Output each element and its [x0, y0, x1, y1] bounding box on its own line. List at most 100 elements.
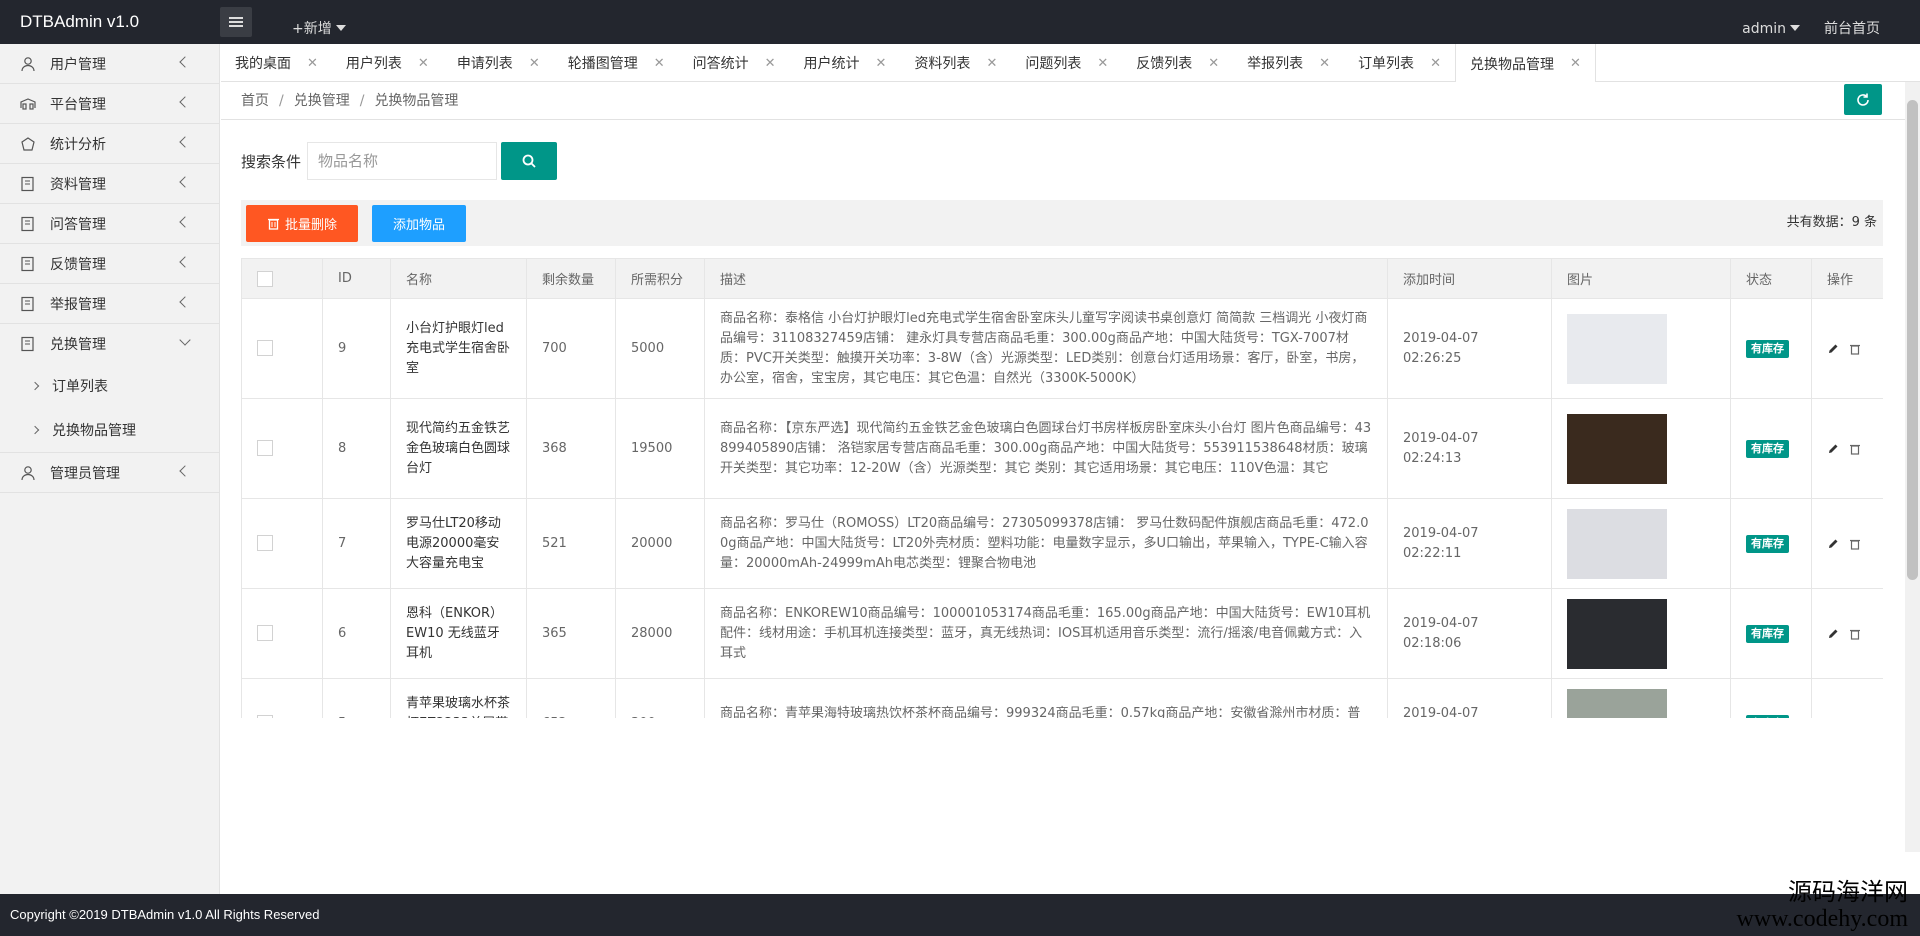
- row-checkbox[interactable]: [257, 440, 273, 456]
- scrollbar-thumb[interactable]: [1907, 100, 1918, 580]
- close-icon[interactable]: ✕: [1319, 56, 1330, 71]
- delete-icon[interactable]: [1849, 343, 1861, 355]
- close-icon[interactable]: ✕: [1208, 56, 1219, 71]
- tab-order-list[interactable]: 订单列表 ✕: [1344, 44, 1455, 82]
- product-image[interactable]: [1567, 508, 1667, 579]
- doc-icon: [21, 336, 34, 352]
- sidebar-item-qa-management[interactable]: 问答管理: [0, 204, 219, 244]
- delete-icon[interactable]: [1849, 443, 1861, 455]
- edit-icon[interactable]: [1827, 718, 1839, 719]
- delete-icon[interactable]: [1849, 628, 1861, 640]
- product-image[interactable]: [1567, 313, 1667, 384]
- close-icon[interactable]: ✕: [1430, 56, 1441, 71]
- trash-icon: [267, 218, 279, 230]
- close-icon[interactable]: ✕: [1097, 56, 1108, 71]
- product-image[interactable]: [1567, 413, 1667, 484]
- chevron-left-icon: [179, 296, 191, 308]
- column-header: 状态: [1730, 258, 1812, 299]
- product-image[interactable]: [1567, 688, 1667, 718]
- row-checkbox[interactable]: [257, 715, 273, 718]
- close-icon[interactable]: ✕: [1570, 56, 1581, 71]
- refresh-button[interactable]: [1844, 84, 1882, 115]
- edit-icon[interactable]: [1827, 443, 1839, 455]
- sidebar-item-user-management[interactable]: 用户管理: [0, 44, 219, 84]
- watermark: 源码海洋网 www.codehy.com: [1736, 880, 1908, 932]
- tab-carousel[interactable]: 轮播图管理 ✕: [554, 44, 679, 82]
- close-icon[interactable]: ✕: [876, 56, 887, 71]
- cell-quantity: 652: [526, 678, 616, 718]
- tab-desktop[interactable]: 我的桌面 ✕: [221, 44, 332, 82]
- front-page-link[interactable]: 前台首页: [1824, 0, 1880, 44]
- tab-label: 订单列表: [1358, 56, 1415, 72]
- tab-feedback-list[interactable]: 反馈列表 ✕: [1122, 44, 1233, 82]
- sidebar-item-label: 问答管理: [50, 216, 106, 233]
- cell-name: 青苹果玻璃水杯茶杯EZ2233单层带把: [390, 678, 527, 718]
- row-checkbox[interactable]: [257, 625, 273, 641]
- user-dropdown[interactable]: admin: [1742, 0, 1800, 44]
- tab-bar: 我的桌面 ✕ 用户列表 ✕ 申请列表 ✕ 轮播图管理 ✕ 问答统计 ✕ 用户统计 ✕ 资料列…: [221, 44, 1920, 83]
- sidebar-item-feedback-management[interactable]: 反馈管理: [0, 244, 219, 284]
- delete-icon[interactable]: [1849, 718, 1861, 719]
- breadcrumb-home[interactable]: 首页: [241, 93, 269, 109]
- sidebar: 用户管理 平台管理 统计分析 资料管理 问答管理 反馈管理 举报管理 兑换管理 …: [0, 44, 220, 894]
- row-checkbox[interactable]: [257, 340, 273, 356]
- close-icon[interactable]: ✕: [418, 56, 429, 71]
- tab-question-list[interactable]: 问题列表 ✕: [1011, 44, 1122, 82]
- tab-material-list[interactable]: 资料列表 ✕: [900, 44, 1011, 82]
- tab-qa-stats[interactable]: 问答统计 ✕: [679, 44, 790, 82]
- close-icon[interactable]: ✕: [307, 56, 318, 71]
- add-item-button[interactable]: 添加物品: [372, 205, 466, 242]
- tab-apply-list[interactable]: 申请列表 ✕: [443, 44, 554, 82]
- breadcrumb-current: 兑换物品管理: [374, 93, 459, 109]
- page-scrollbar[interactable]: [1905, 82, 1920, 852]
- tab-user-list[interactable]: 用户列表 ✕: [332, 44, 443, 82]
- edit-icon[interactable]: [1827, 343, 1839, 355]
- tab-label: 问答统计: [692, 56, 749, 72]
- search-button[interactable]: [501, 142, 558, 180]
- sidebar-item-report-management[interactable]: 举报管理: [0, 284, 219, 324]
- batch-delete-button[interactable]: 批量删除: [246, 205, 358, 242]
- sidebar-item-statistics[interactable]: 统计分析: [0, 124, 219, 164]
- tab-exchange-items[interactable]: 兑换物品管理 ✕: [1454, 44, 1596, 83]
- table-row: 7 罗马仕LT20移动电源20000毫安大容量充电宝 521 20000 商品名称：罗马…: [241, 498, 1883, 589]
- close-icon[interactable]: ✕: [529, 56, 540, 71]
- product-image[interactable]: [1567, 598, 1667, 669]
- sidebar-item-material-management[interactable]: 资料管理: [0, 164, 219, 204]
- edit-icon[interactable]: [1827, 538, 1839, 550]
- select-all-checkbox[interactable]: [257, 270, 273, 287]
- new-dropdown[interactable]: +新增: [292, 0, 346, 44]
- tab-label: 兑换物品管理: [1469, 56, 1554, 73]
- row-checkbox[interactable]: [257, 535, 273, 551]
- sidebar-subitem-exchange-items[interactable]: 兑换物品管理: [0, 408, 219, 452]
- close-icon[interactable]: ✕: [986, 56, 997, 71]
- watermark-line-1: 源码海洋网: [1788, 880, 1908, 906]
- table-row: 5青苹果玻璃水杯茶杯EZ2233单层带把652300 商品名称：青苹果海特玻璃热饮…: [241, 678, 1883, 719]
- cell-points: 20000: [615, 498, 705, 589]
- sidebar-item-platform-management[interactable]: 平台管理: [0, 84, 219, 124]
- sidebar-subitem-order-list[interactable]: 订单列表: [0, 364, 219, 408]
- cell-id: 5: [322, 678, 391, 718]
- column-header: 剩余数量: [526, 258, 616, 299]
- close-icon[interactable]: ✕: [654, 56, 665, 71]
- chevron-down-icon: [179, 334, 191, 346]
- batch-delete-label: 批量删除: [284, 218, 337, 233]
- search-input[interactable]: [307, 142, 498, 180]
- sidebar-item-exchange-management[interactable]: 兑换管理: [0, 324, 219, 364]
- sidebar-item-admin-management[interactable]: 管理员管理: [0, 453, 219, 493]
- column-header: 所需积分: [615, 258, 705, 299]
- tab-label: 我的桌面: [235, 56, 291, 72]
- tab-user-stats[interactable]: 用户统计 ✕: [790, 44, 901, 82]
- doc-icon: [21, 296, 34, 311]
- doc-icon: [21, 216, 34, 231]
- delete-icon[interactable]: [1849, 538, 1861, 550]
- sidebar-item-label: 资料管理: [50, 176, 106, 193]
- status-badge: 有库存: [1746, 339, 1789, 358]
- tab-label: 反馈列表: [1136, 56, 1193, 72]
- column-header: 操作: [1811, 258, 1883, 299]
- breadcrumb-parent[interactable]: 兑换管理: [294, 93, 350, 109]
- app-logo: DTBAdmin v1.0: [20, 12, 140, 31]
- menu-toggle-button[interactable]: [220, 7, 252, 37]
- edit-icon[interactable]: [1827, 628, 1839, 640]
- tab-report-list[interactable]: 举报列表 ✕: [1233, 44, 1344, 82]
- close-icon[interactable]: ✕: [765, 56, 776, 71]
